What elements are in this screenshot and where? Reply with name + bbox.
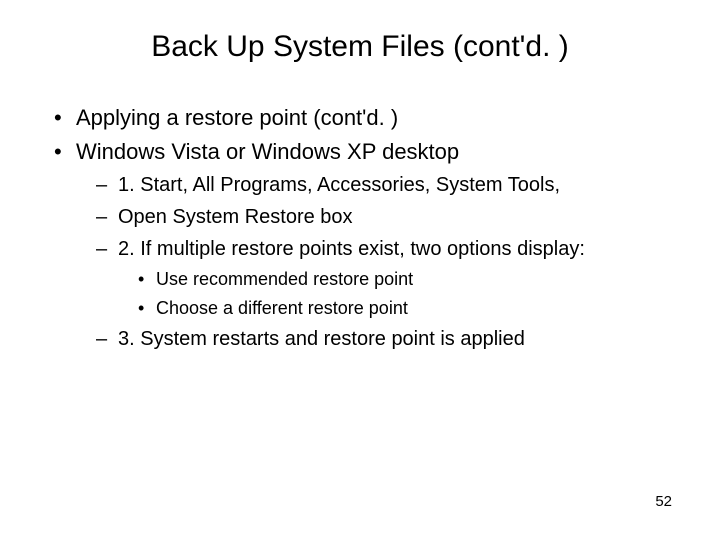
page-number: 52 [655,493,672,510]
bullet-l3: Use recommended restore point [48,266,680,293]
bullet-l1: Windows Vista or Windows XP desktop [48,136,680,168]
bullet-l3: Choose a different restore point [48,295,680,322]
slide-title: Back Up System Files (cont'd. ) [40,30,680,64]
bullet-l2: 1. Start, All Programs, Accessories, Sys… [48,170,680,200]
bullet-l2: 2. If multiple restore points exist, two… [48,234,680,264]
slide-body: Applying a restore point (cont'd. ) Wind… [40,102,680,354]
bullet-l1: Applying a restore point (cont'd. ) [48,102,680,134]
bullet-l2: Open System Restore box [48,202,680,232]
bullet-l2: 3. System restarts and restore point is … [48,324,680,354]
